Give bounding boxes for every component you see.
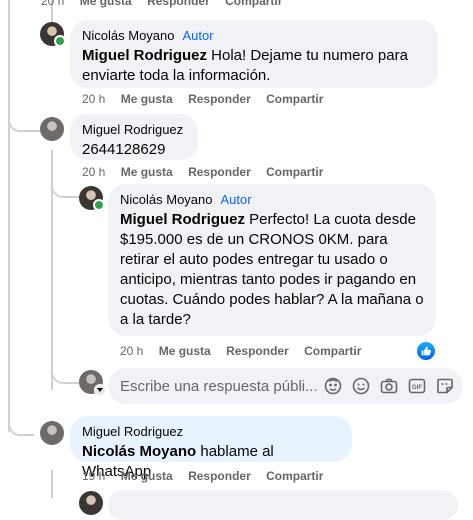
online-status-dot [93, 199, 105, 211]
comment-time[interactable]: 20 h [82, 92, 105, 106]
mention-link[interactable]: Nicolás Moyano [82, 443, 196, 460]
avatar-sticker-icon[interactable] [324, 377, 342, 395]
avatar[interactable] [40, 117, 64, 141]
reply-button[interactable]: Responder [188, 165, 251, 179]
comment-time[interactable]: 20 h [82, 165, 105, 179]
share-button[interactable]: Compartir [266, 469, 323, 483]
reply-button[interactable]: Responder [147, 0, 210, 8]
comment-text: 2644128629 [82, 141, 166, 158]
thread-elbow [8, 418, 34, 436]
thread-elbow-2 [51, 364, 79, 384]
comment-actions: 20 h Me gusta Responder Compartir [82, 165, 335, 179]
mention-link[interactable]: Miguel Rodriguez [120, 211, 245, 228]
comment-author[interactable]: Nicolás Moyano [120, 192, 213, 207]
comment-time[interactable]: 20 h [120, 344, 143, 358]
avatar[interactable] [40, 22, 66, 47]
like-button[interactable]: Me gusta [80, 0, 132, 8]
author-badge: Autor [182, 28, 214, 43]
share-button[interactable]: Compartir [304, 344, 361, 358]
avatar[interactable] [79, 186, 105, 211]
like-button[interactable]: Me gusta [121, 469, 173, 483]
mention-link[interactable]: Miguel Rodriguez [82, 47, 207, 64]
reply-box: GIF [108, 368, 463, 404]
gif-icon[interactable]: GIF [408, 377, 426, 395]
reply-input[interactable] [120, 376, 320, 396]
share-button[interactable]: Compartir [225, 0, 282, 8]
reply-button[interactable]: Responder [188, 92, 251, 106]
like-button[interactable]: Me gusta [159, 344, 211, 358]
comment-time[interactable]: 19 h [82, 469, 105, 483]
comment-text: Perfecto! La cuota desde $195.000 es de … [120, 211, 424, 328]
online-status-dot [54, 35, 66, 47]
like-button[interactable]: Me gusta [121, 92, 173, 106]
avatar[interactable] [40, 421, 64, 445]
comment-actions: 19 h Me gusta Responder Compartir [82, 469, 335, 483]
share-button[interactable]: Compartir [266, 92, 323, 106]
comment-time[interactable]: 20 h [41, 0, 64, 8]
comment-actions: 20 h Me gusta Responder Compartir [120, 344, 373, 358]
comment-bubble: Nicolás Moyano Autor Miguel Rodriguez Hol… [70, 20, 438, 88]
camera-icon[interactable] [380, 377, 398, 395]
svg-text:GIF: GIF [412, 385, 422, 391]
top-actions: 20 h Me gusta Responder Compartir [41, 0, 294, 8]
comment-bubble: Miguel Rodriguez Nicolás Moyano hablame … [70, 416, 352, 480]
reply-button[interactable]: Responder [226, 344, 289, 358]
thread-elbow-3 [8, 116, 40, 132]
comment-author[interactable]: Miguel Rodriguez [82, 122, 186, 138]
share-button[interactable]: Compartir [266, 165, 323, 179]
comment-author[interactable]: Nicolás Moyano [82, 28, 175, 43]
thread-line-main [8, 0, 10, 432]
sticker-icon[interactable] [436, 377, 454, 395]
comment-author[interactable]: Miguel Rodriguez [82, 424, 340, 440]
chevron-down-icon[interactable] [94, 384, 106, 396]
thread-line-bottom [51, 470, 53, 498]
comment-bubble: Miguel Rodriguez 2644128629 [70, 114, 198, 160]
comment-bubble: Nicolás Moyano Autor Miguel Rodriguez Per… [108, 184, 436, 336]
thread-elbow-4 [51, 178, 79, 198]
avatar[interactable] [79, 491, 103, 515]
comment-bubble [108, 490, 458, 520]
like-reaction-icon[interactable] [416, 341, 436, 361]
reply-button[interactable]: Responder [188, 469, 251, 483]
emoji-icon[interactable] [352, 377, 370, 395]
author-badge: Autor [220, 192, 252, 207]
comment-actions: 20 h Me gusta Responder Compartir [82, 92, 335, 106]
like-button[interactable]: Me gusta [121, 165, 173, 179]
current-user-avatar[interactable] [79, 370, 106, 396]
